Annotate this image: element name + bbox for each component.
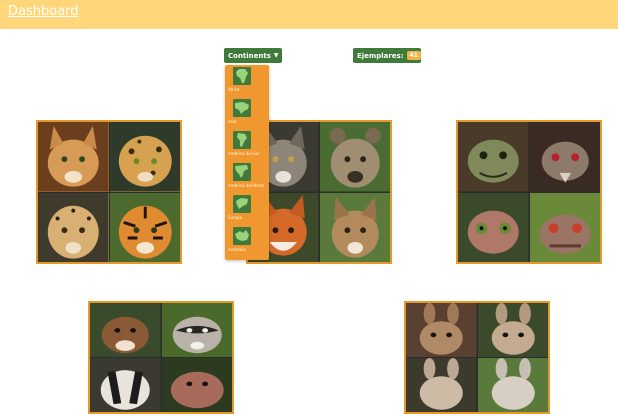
menu-item-label: Africa <box>228 87 240 92</box>
lynx-icon[interactable] <box>38 122 109 192</box>
animal-grid-mustelids <box>88 301 234 414</box>
menu-item-europa[interactable]: Europa <box>225 193 269 225</box>
continents-dropdown-menu: Africa Asia America del Sur America del … <box>225 65 269 260</box>
menu-item-africa[interactable]: Africa <box>225 65 269 97</box>
turtle-icon[interactable] <box>458 122 529 192</box>
menu-item-label: Europa <box>228 215 243 220</box>
jackrabbit-icon[interactable] <box>477 358 548 412</box>
menu-item-america-del-norte[interactable]: America del Norte <box>225 161 269 193</box>
animal-grid-reptiles <box>456 120 602 264</box>
ejemplares-label: Ejemplares: <box>357 51 404 60</box>
chevron-down-icon: ▼ <box>273 52 279 59</box>
tiger-icon[interactable] <box>109 192 180 262</box>
top-navbar: Dashboard <box>0 0 618 29</box>
north-america-map-icon <box>233 163 251 181</box>
chameleon-icon[interactable] <box>458 192 529 262</box>
animal-grid-rabbits <box>404 301 550 414</box>
rabbit-icon[interactable] <box>406 303 477 357</box>
hippo-icon[interactable] <box>161 358 232 412</box>
continents-label: Continents <box>228 51 271 60</box>
menu-item-america-del-sur[interactable]: America del Sur <box>225 129 269 161</box>
continents-dropdown-button[interactable]: Continents ▼ <box>224 48 282 63</box>
coyote-icon[interactable] <box>319 192 391 262</box>
menu-item-label: Australia <box>228 247 246 252</box>
dashboard-link[interactable]: Dashboard <box>8 4 79 19</box>
menu-item-label: America del Norte <box>228 183 265 188</box>
hyena-icon[interactable] <box>319 122 391 192</box>
ejemplares-button[interactable]: Ejemplares: 41 <box>353 48 421 63</box>
ejemplares-count-badge: 41 <box>406 51 421 60</box>
south-america-map-icon <box>233 131 251 149</box>
bunny-icon[interactable] <box>406 358 477 412</box>
asia-map-icon <box>233 99 251 117</box>
menu-item-label: America del Sur <box>228 151 260 156</box>
africa-map-icon <box>233 67 251 85</box>
weasel-icon[interactable] <box>90 303 161 357</box>
badger-icon[interactable] <box>90 358 161 412</box>
animal-grid-big-cats <box>36 120 182 264</box>
cheetah-icon[interactable] <box>38 192 109 262</box>
snake-icon[interactable] <box>529 122 601 192</box>
menu-item-asia[interactable]: Asia <box>225 97 269 129</box>
menu-item-label: Asia <box>228 119 237 124</box>
australia-map-icon <box>233 227 251 245</box>
raccoon-icon[interactable] <box>161 303 232 357</box>
iguana-icon[interactable] <box>529 192 601 262</box>
hare-icon[interactable] <box>477 303 548 357</box>
menu-item-australia[interactable]: Australia <box>225 225 269 257</box>
leopard-icon[interactable] <box>109 122 180 192</box>
europe-map-icon <box>233 195 251 213</box>
